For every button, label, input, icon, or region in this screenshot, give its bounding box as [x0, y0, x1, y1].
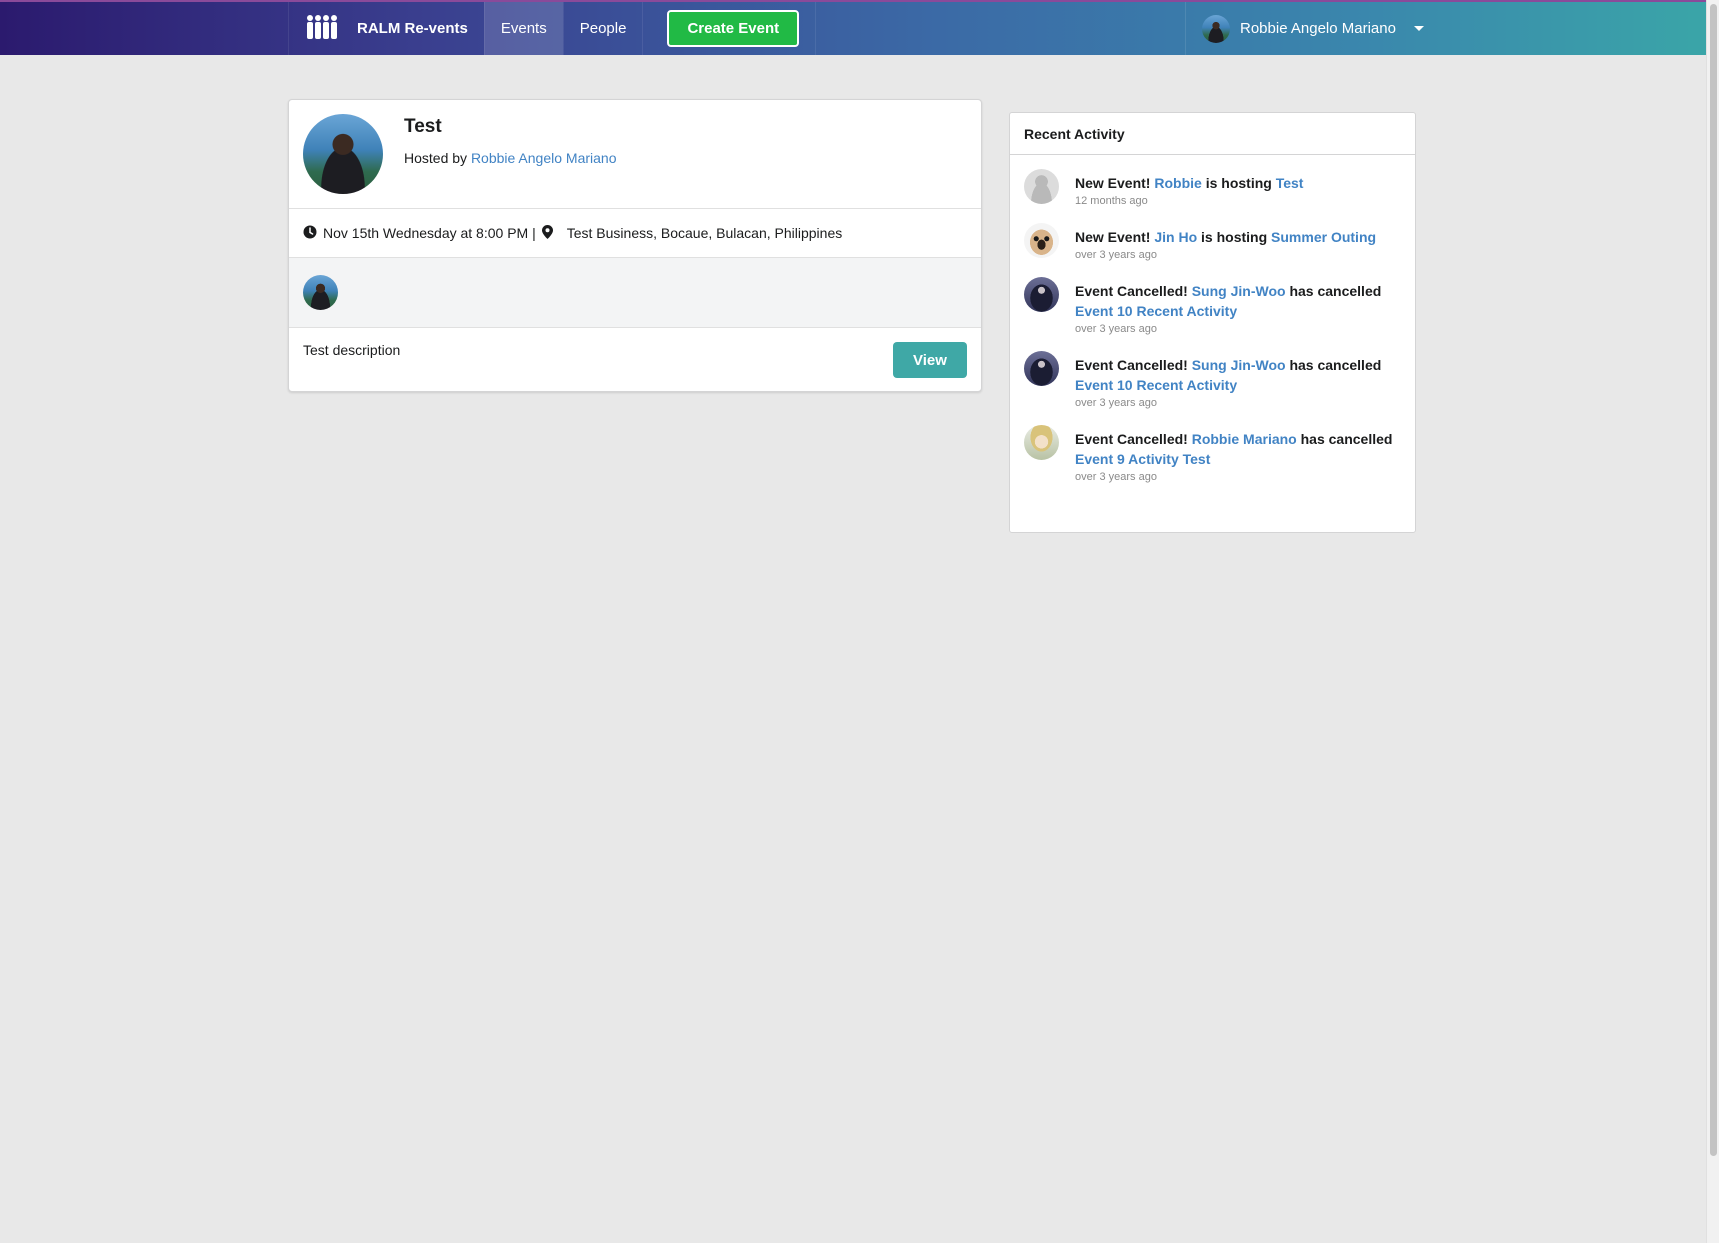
attendee-avatar[interactable]: [303, 275, 338, 310]
activity-event-link[interactable]: Summer Outing: [1271, 229, 1376, 245]
event-datetime: Nov 15th Wednesday at 8:00 PM |: [323, 225, 536, 241]
event-description: Test description: [303, 342, 401, 358]
attendee-list: [289, 258, 981, 328]
scrollbar-thumb[interactable]: [1710, 4, 1717, 1156]
activity-item: Event Cancelled! Sung Jin-Woo has cancel…: [1024, 351, 1401, 409]
activity-content: New Event! Jin Ho is hosting Summer Outi…: [1075, 227, 1376, 261]
activity-event-link[interactable]: Event 10 Recent Activity: [1075, 303, 1237, 319]
user-avatar: [1202, 14, 1230, 43]
activity-event-link[interactable]: Event 9 Activity Test: [1075, 451, 1210, 467]
activity-time: 12 months ago: [1075, 195, 1148, 207]
user-menu[interactable]: Robbie Angelo Mariano: [1185, 2, 1440, 55]
activity-type: New Event!: [1075, 229, 1151, 245]
page-scrollbar[interactable]: [1706, 0, 1719, 1243]
nav-events[interactable]: Events: [483, 2, 563, 55]
activity-type: Event Cancelled!: [1075, 283, 1188, 299]
brand-name: RALM Re-vents: [357, 20, 468, 37]
host-avatar[interactable]: [303, 114, 383, 194]
activity-item: New Event! Jin Ho is hosting Summer Outi…: [1024, 223, 1401, 261]
activity-time: over 3 years ago: [1075, 471, 1157, 483]
event-venue: Test Business, Bocaue, Bulacan, Philippi…: [566, 225, 843, 241]
view-button[interactable]: View: [893, 342, 967, 378]
activity-type: Event Cancelled!: [1075, 357, 1188, 373]
event-card-footer: Test description View: [289, 328, 981, 391]
clock-icon: [303, 225, 317, 242]
activity-type: Event Cancelled!: [1075, 431, 1188, 447]
chevron-down-icon: [1413, 26, 1424, 31]
brand-link[interactable]: RALM Re-vents: [288, 2, 484, 55]
event-card: Test Hosted by Robbie Angelo Mariano Nov…: [288, 99, 982, 392]
activity-summary: Event Cancelled! Sung Jin-Woo has cancel…: [1075, 355, 1401, 395]
activity-time: over 3 years ago: [1075, 323, 1157, 335]
event-title: Test: [404, 116, 442, 137]
activity-content: New Event! Robbie is hosting Test 12 mon…: [1075, 173, 1303, 207]
recent-activity-panel: Recent Activity New Event! Robbie is hos…: [1009, 112, 1416, 533]
activity-user-link[interactable]: Sung Jin-Woo: [1192, 357, 1286, 373]
activity-summary: Event Cancelled! Sung Jin-Woo has cancel…: [1075, 281, 1401, 321]
activity-summary: New Event! Jin Ho is hosting Summer Outi…: [1075, 227, 1376, 247]
event-card-header: Test Hosted by Robbie Angelo Mariano: [289, 100, 981, 209]
activity-type: New Event!: [1075, 175, 1151, 191]
activity-avatar: [1024, 351, 1059, 386]
activity-event-link[interactable]: Test: [1276, 175, 1304, 191]
activity-verb: is hosting: [1201, 229, 1268, 245]
activity-user-link[interactable]: Robbie Mariano: [1192, 431, 1297, 447]
activity-avatar: [1024, 223, 1059, 258]
activity-time: over 3 years ago: [1075, 397, 1157, 409]
activity-verb: is hosting: [1205, 175, 1272, 191]
user-name: Robbie Angelo Mariano: [1240, 20, 1396, 37]
activity-summary: Event Cancelled! Robbie Mariano has canc…: [1075, 429, 1401, 469]
activity-summary: New Event! Robbie is hosting Test: [1075, 173, 1303, 193]
activity-time: over 3 years ago: [1075, 249, 1157, 261]
activity-item: Event Cancelled! Robbie Mariano has canc…: [1024, 425, 1401, 483]
activity-user-link[interactable]: Jin Ho: [1154, 229, 1197, 245]
activity-user-link[interactable]: Robbie: [1154, 175, 1201, 191]
activity-content: Event Cancelled! Sung Jin-Woo has cancel…: [1075, 281, 1401, 335]
event-heading: Test Hosted by Robbie Angelo Mariano: [404, 114, 616, 208]
activity-content: Event Cancelled! Robbie Mariano has canc…: [1075, 429, 1401, 483]
activity-avatar: [1024, 277, 1059, 312]
host-link[interactable]: Robbie Angelo Mariano: [471, 150, 617, 166]
create-event-wrap: Create Event: [642, 2, 817, 55]
recent-activity-header: Recent Activity: [1010, 113, 1415, 155]
create-event-button[interactable]: Create Event: [667, 10, 800, 47]
top-nav: RALM Re-vents Events People Create Event…: [0, 0, 1706, 55]
hosted-by-label: Hosted by: [404, 150, 468, 166]
nav-people[interactable]: People: [562, 2, 643, 55]
activity-content: Event Cancelled! Sung Jin-Woo has cancel…: [1075, 355, 1401, 409]
event-meta: Nov 15th Wednesday at 8:00 PM | Test Bus…: [289, 209, 981, 258]
people-group-logo-icon: [305, 14, 339, 44]
nav-menu: RALM Re-vents Events People Create Event: [288, 2, 817, 55]
activity-verb: has cancelled: [1289, 283, 1382, 299]
activity-item: Event Cancelled! Sung Jin-Woo has cancel…: [1024, 277, 1401, 335]
map-marker-icon: [541, 224, 553, 242]
activity-avatar: [1024, 425, 1059, 460]
activity-avatar: [1024, 169, 1059, 204]
activity-event-link[interactable]: Event 10 Recent Activity: [1075, 377, 1237, 393]
activity-item: New Event! Robbie is hosting Test 12 mon…: [1024, 169, 1401, 207]
hosted-by: Hosted by Robbie Angelo Mariano: [404, 150, 616, 166]
activity-user-link[interactable]: Sung Jin-Woo: [1192, 283, 1286, 299]
activity-verb: has cancelled: [1289, 357, 1382, 373]
activity-verb: has cancelled: [1300, 431, 1393, 447]
activity-list: New Event! Robbie is hosting Test 12 mon…: [1010, 155, 1415, 483]
